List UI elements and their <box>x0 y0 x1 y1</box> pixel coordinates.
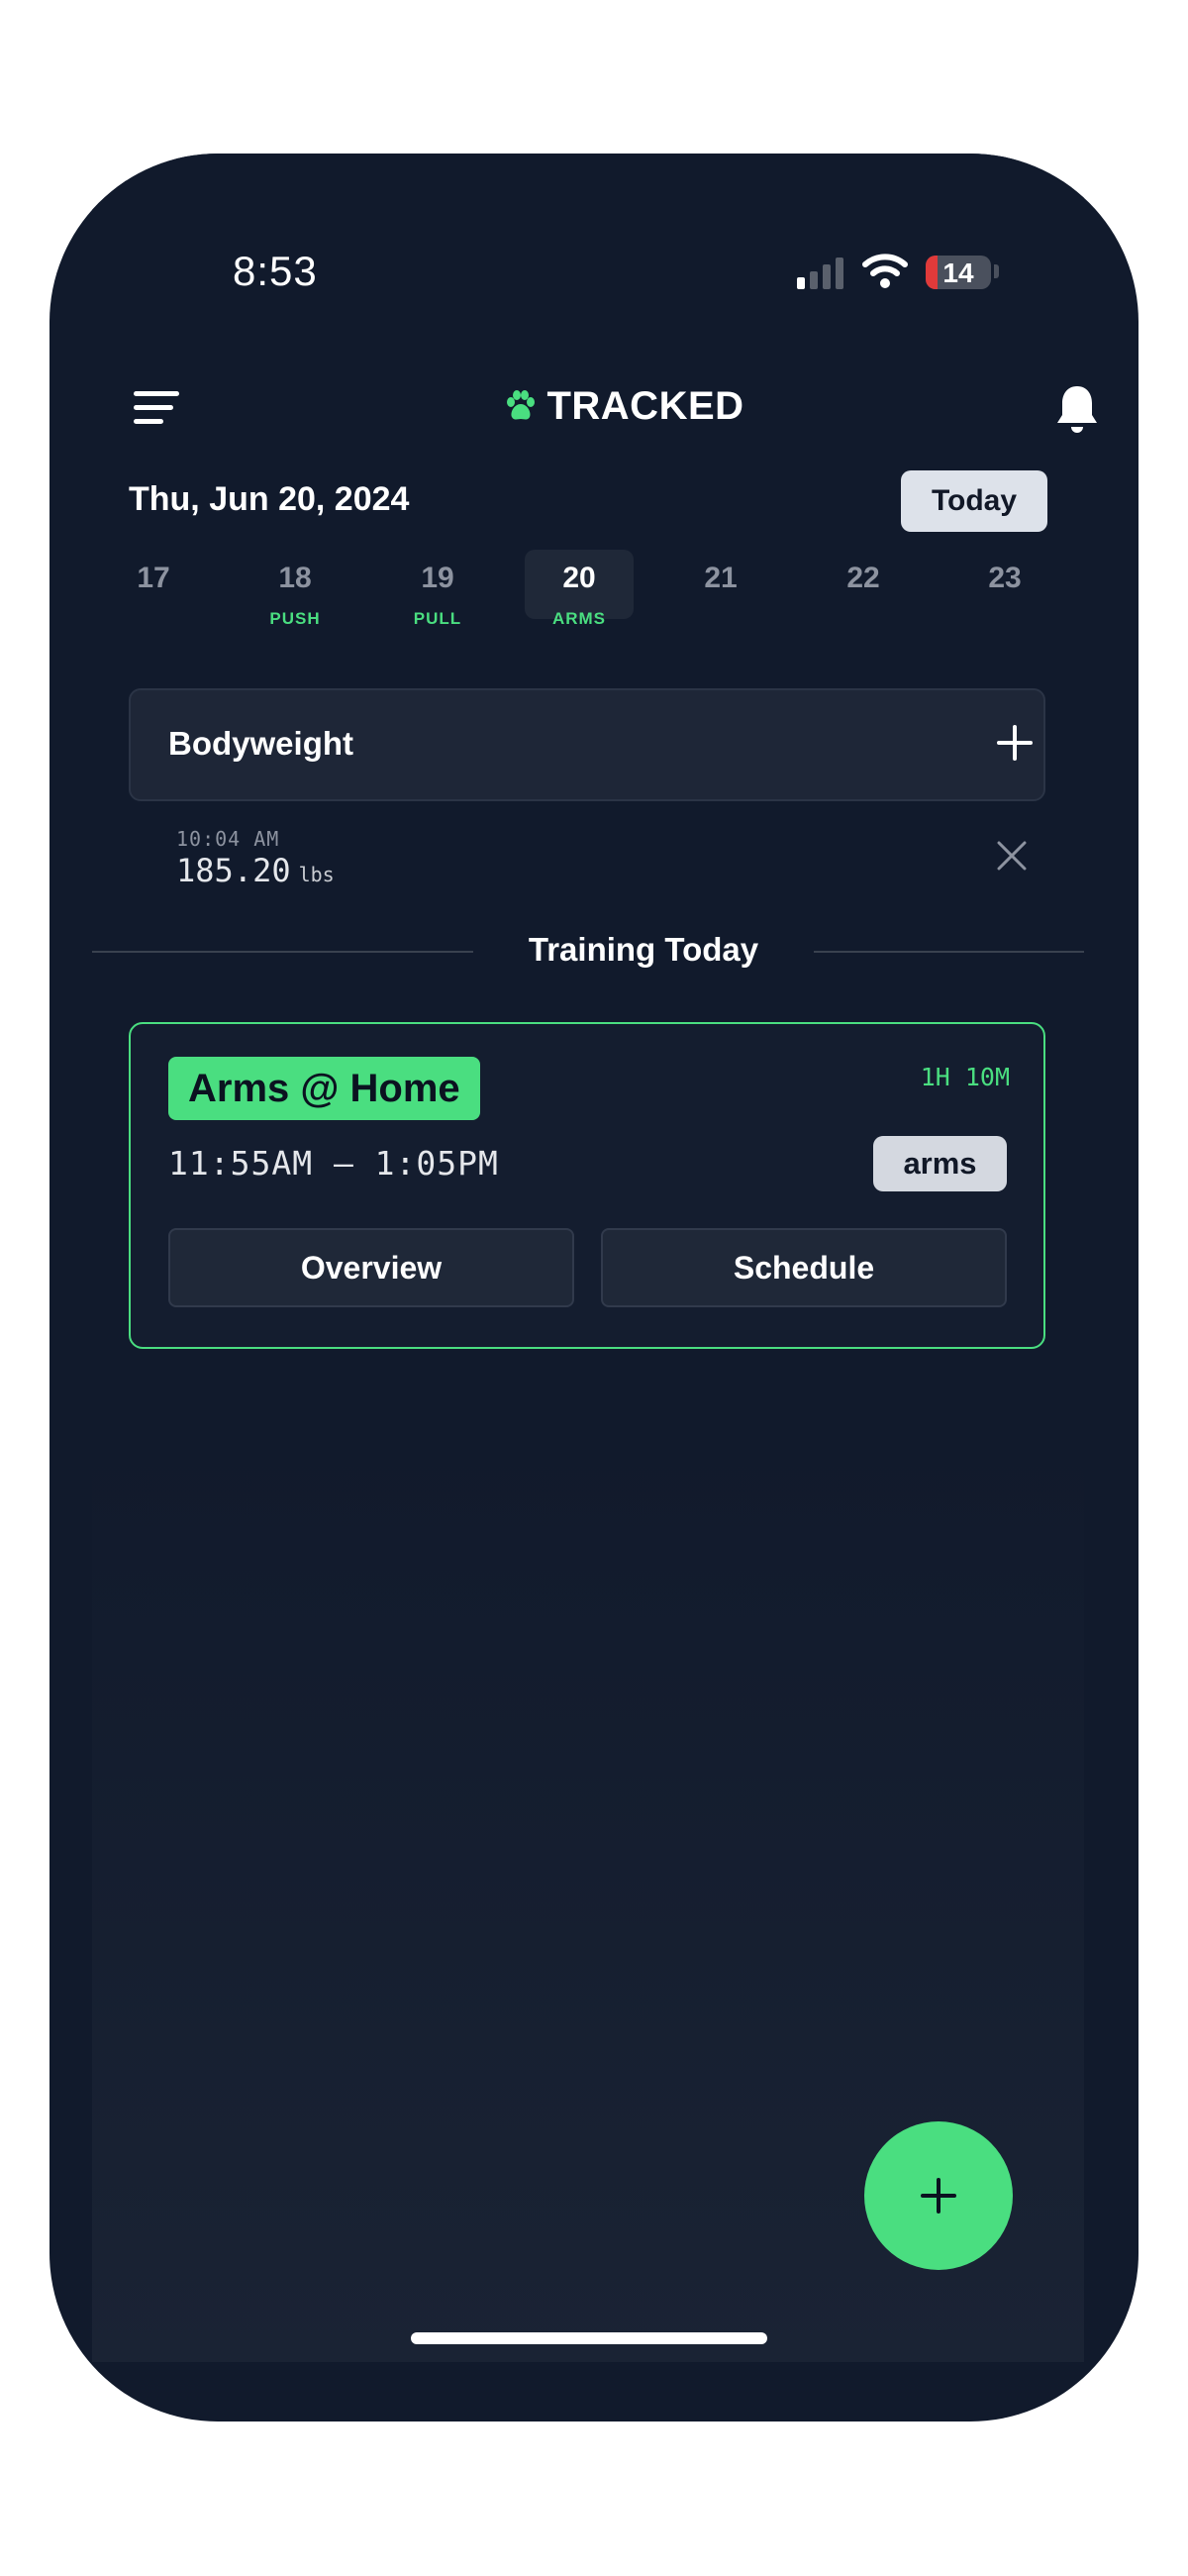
workout-time-range: 11:55AM – 1:05PM <box>168 1144 499 1183</box>
paw-icon <box>507 390 536 420</box>
bell-icon[interactable] <box>1054 383 1100 435</box>
workout-duration: 1H 10M <box>920 1063 1010 1091</box>
app-logo: TRACKED <box>465 381 782 431</box>
bodyweight-entry-time: 10:04 AM <box>176 827 280 851</box>
schedule-button[interactable]: Schedule <box>601 1228 1007 1307</box>
status-time: 8:53 <box>233 248 318 294</box>
bodyweight-title: Bodyweight <box>168 725 353 762</box>
day-number: 21 <box>704 562 738 594</box>
brand-name: TRACKED <box>546 383 744 428</box>
day-number: 17 <box>137 562 170 594</box>
day-23[interactable]: 23 <box>950 550 1059 649</box>
day-17[interactable]: 17 <box>99 550 208 649</box>
add-fab-button[interactable] <box>864 2121 1013 2270</box>
day-label: ARMS <box>551 609 607 628</box>
plus-icon <box>921 2178 956 2214</box>
day-label: PUSH <box>269 609 321 628</box>
training-section-title: Training Today <box>528 931 759 968</box>
today-button[interactable]: Today <box>901 470 1047 532</box>
wifi-icon <box>862 254 908 288</box>
day-number: 18 <box>278 562 312 594</box>
day-number: 20 <box>562 562 596 594</box>
workout-title: Arms @ Home <box>168 1057 480 1120</box>
divider-right <box>814 951 1084 953</box>
day-22[interactable]: 22 <box>809 550 918 649</box>
workout-tag: arms <box>873 1136 1007 1191</box>
day-label: PULL <box>413 609 462 628</box>
day-18[interactable]: 18 PUSH <box>241 550 349 649</box>
current-date: Thu, Jun 20, 2024 <box>129 480 410 518</box>
bodyweight-value: 185.20 <box>176 852 291 889</box>
day-number: 19 <box>421 562 454 594</box>
add-bodyweight-icon[interactable] <box>995 723 1035 763</box>
day-number: 23 <box>988 562 1022 594</box>
overview-button[interactable]: Overview <box>168 1228 574 1307</box>
battery-level: 14 <box>942 258 974 288</box>
battery-tip <box>994 264 999 278</box>
home-indicator[interactable] <box>411 2332 767 2344</box>
menu-icon[interactable] <box>134 391 179 425</box>
day-19[interactable]: 19 PULL <box>383 550 492 649</box>
day-number: 22 <box>846 562 880 594</box>
bodyweight-entry: 185.20 lbs <box>176 852 335 889</box>
bodyweight-unit: lbs <box>298 863 335 886</box>
signal-icon <box>797 258 846 289</box>
divider-left <box>92 951 473 953</box>
phone-frame: 8:53 14 TRACKED Thu, Jun 20, 2024 Today … <box>50 154 1138 2421</box>
delete-entry-icon[interactable] <box>995 839 1029 873</box>
day-20-selected[interactable]: 20 ARMS <box>525 550 634 649</box>
day-21[interactable]: 21 <box>666 550 775 649</box>
battery-icon: 14 <box>926 256 991 289</box>
